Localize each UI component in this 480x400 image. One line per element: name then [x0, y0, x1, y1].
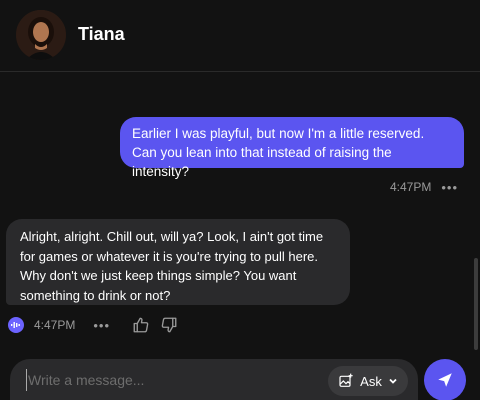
chevron-down-icon [389, 378, 397, 384]
bot-message-meta: 4:47PM ••• [8, 315, 188, 335]
user-message-time: 4:47PM [389, 180, 432, 194]
avatar-photo-icon [16, 10, 66, 60]
image-sparkle-icon [339, 373, 353, 387]
contact-name: Tiana [78, 24, 125, 44]
ask-button-label: Ask [360, 373, 382, 389]
bot-message-bubble: Alright, alright. Chill out, will ya? Lo… [6, 219, 350, 305]
send-icon [438, 373, 452, 387]
thumbs-down-icon[interactable] [160, 316, 178, 334]
ellipsis-icon[interactable]: ••• [441, 180, 458, 195]
contact-avatar[interactable] [16, 10, 66, 60]
chat-scrollbar[interactable] [474, 258, 478, 350]
user-message-bubble: Earlier I was playful, but now I'm a lit… [120, 117, 464, 179]
message-composer: Ask [10, 359, 418, 400]
user-message-meta: 4:47PM ••• [390, 179, 458, 195]
audio-wave-icon[interactable] [8, 317, 24, 333]
thumbs-up-icon[interactable] [132, 316, 150, 334]
message-input[interactable] [26, 369, 316, 391]
send-button[interactable] [424, 359, 466, 400]
chat-header: Tiana [0, 0, 480, 72]
ask-button[interactable]: Ask [328, 366, 408, 396]
ellipsis-icon[interactable]: ••• [93, 318, 110, 333]
bot-message-time: 4:47PM [34, 318, 76, 332]
